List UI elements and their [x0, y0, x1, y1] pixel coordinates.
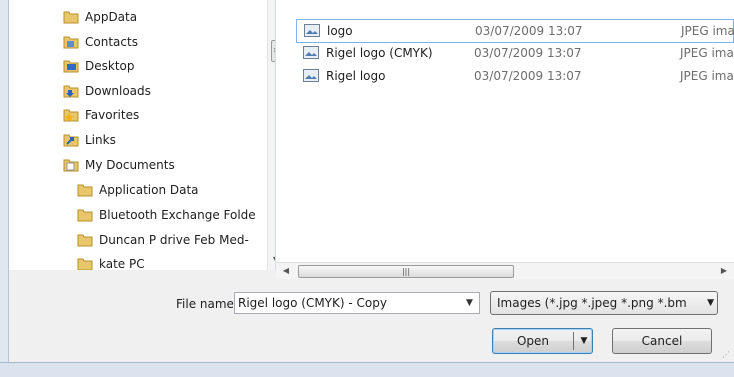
file-name: Rigel logo (CMYK): [326, 46, 433, 60]
window-bottom-frame: [0, 362, 734, 377]
scroll-thumb[interactable]: |||: [298, 265, 514, 278]
nav-pane-scrollbar[interactable]: ≡ ▼: [267, 0, 275, 270]
folder-icon: [77, 234, 93, 247]
file-date: 03/07/2009 13:07: [475, 24, 583, 38]
folder-icon: [77, 209, 93, 222]
file-row-rigel-logo-cmyk[interactable]: Rigel logo (CMYK) 03/07/2009 13:07 JPEG …: [296, 42, 734, 64]
tree-item-label: kate PC: [99, 257, 145, 270]
tree-item-label: Duncan P drive Feb Med-: [99, 233, 249, 247]
scroll-left-arrow-icon[interactable]: ◀: [280, 263, 292, 279]
file-name-label: File name:: [176, 297, 238, 311]
file-date: 03/07/2009 13:07: [474, 69, 582, 83]
file-row-logo[interactable]: logo 03/07/2009 13:07 JPEG image: [296, 19, 734, 43]
folder-icon: [63, 11, 79, 24]
desktop-folder-icon: [63, 60, 79, 73]
tree-item-label: Application Data: [99, 183, 199, 197]
navigation-pane: AppData Contacts Desktop Downloads Favor…: [9, 0, 276, 270]
chevron-down-icon[interactable]: ▼: [707, 292, 714, 314]
file-type: JPEG image: [680, 46, 734, 60]
file-type: JPEG image: [680, 69, 734, 83]
links-folder-icon: [63, 134, 79, 147]
resize-grip-icon[interactable]: ⋰: [722, 350, 732, 360]
contacts-folder-icon: [63, 36, 79, 49]
file-list-pane: logo 03/07/2009 13:07 JPEG image Rigel l…: [276, 0, 734, 262]
documents-folder-icon: [63, 159, 79, 172]
file-type: JPEG image: [681, 24, 734, 38]
file-type-select-value: Images (*.jpg *.jpeg *.png *.bm: [497, 296, 687, 310]
open-file-dialog: AppData Contacts Desktop Downloads Favor…: [0, 0, 734, 377]
chevron-down-icon[interactable]: ▼: [461, 294, 478, 312]
file-name: logo: [327, 24, 353, 38]
tree-item-label: Contacts: [85, 35, 138, 49]
folder-icon: [77, 184, 93, 197]
open-options-chevron-icon[interactable]: ▼: [577, 329, 591, 353]
file-list-horizontal-scrollbar[interactable]: ◀ ||| ▶: [276, 262, 734, 279]
file-name-input[interactable]: [238, 295, 448, 311]
open-button-label: Open: [516, 334, 550, 348]
cancel-button-label: Cancel: [641, 334, 683, 348]
folder-icon: [77, 258, 93, 270]
file-name: Rigel logo: [326, 69, 386, 83]
file-row-rigel-logo[interactable]: Rigel logo 03/07/2009 13:07 JPEG image: [296, 65, 734, 87]
open-button-divider: [573, 332, 574, 350]
tree-item-label: Links: [85, 133, 116, 147]
scroll-right-arrow-icon[interactable]: ▶: [718, 263, 730, 279]
image-file-icon: [304, 24, 320, 37]
image-file-icon: [303, 46, 319, 59]
file-date: 03/07/2009 13:07: [474, 46, 582, 60]
window-left-frame: [0, 0, 9, 376]
cancel-button[interactable]: Cancel: [612, 328, 712, 354]
tree-item-label: Favorites: [85, 108, 140, 122]
tree-item-label: AppData: [85, 10, 138, 24]
tree-item-label: Downloads: [85, 84, 151, 98]
downloads-folder-icon: [63, 85, 79, 98]
tree-item-label: My Documents: [85, 158, 175, 172]
favorites-folder-icon: [63, 109, 79, 122]
open-button[interactable]: Open ▼: [492, 328, 593, 354]
image-file-icon: [303, 69, 319, 82]
file-type-select[interactable]: Images (*.jpg *.jpeg *.png *.bm ▼: [490, 291, 718, 315]
tree-item-label: Bluetooth Exchange Folde: [99, 208, 256, 222]
file-name-combobox[interactable]: ▼: [234, 292, 480, 314]
tree-item-label: Desktop: [85, 59, 135, 73]
